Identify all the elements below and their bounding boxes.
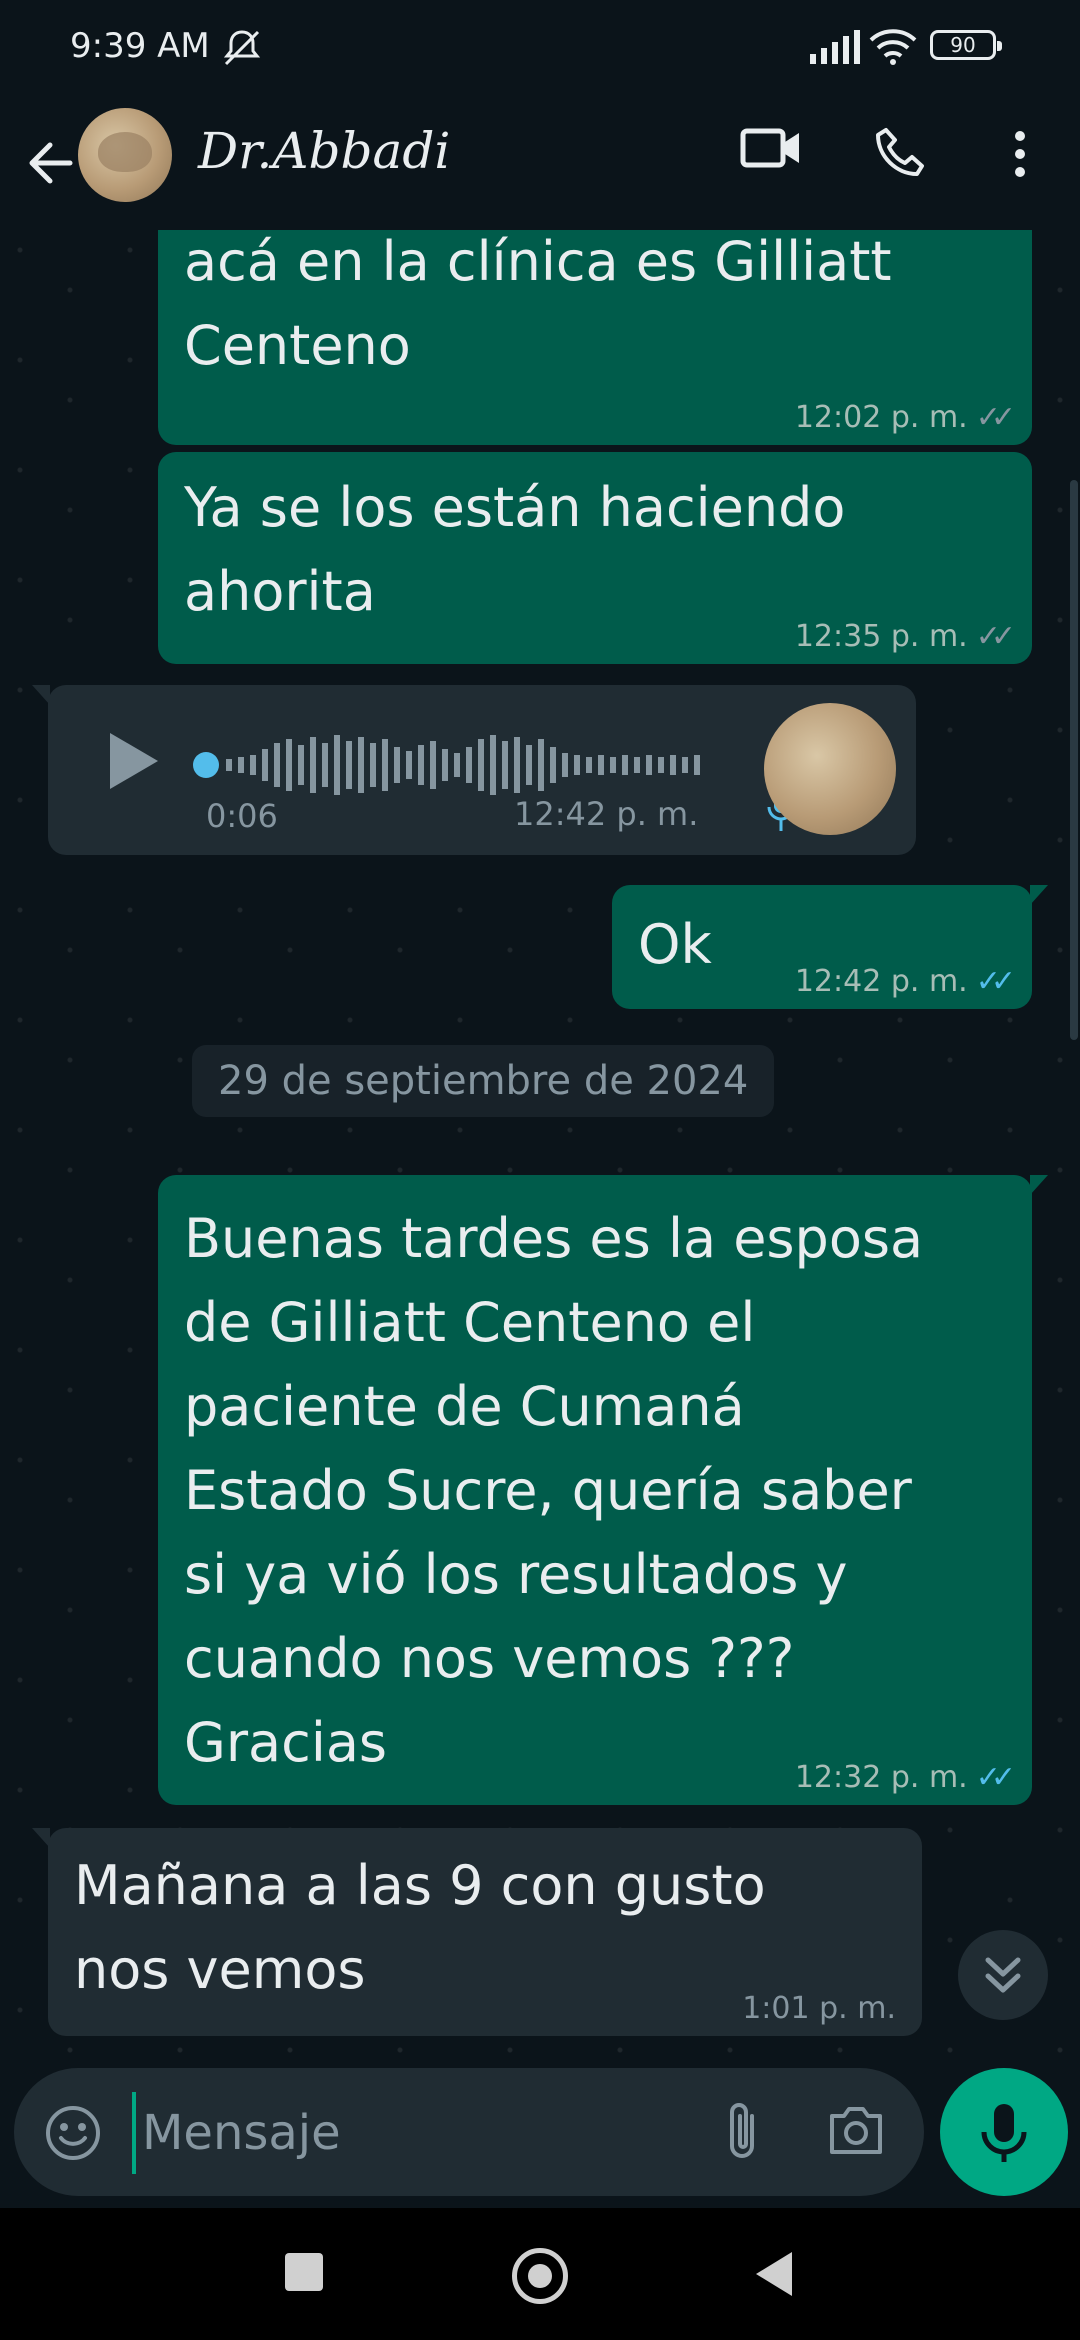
double-check-icon: ✓✓ [975, 1760, 1016, 1795]
message-text: Ok [638, 913, 712, 976]
status-bar: 9:39 AM 90 [0, 0, 1080, 95]
video-call-icon[interactable] [740, 126, 802, 174]
message-line: cuando nos vemos ??? [184, 1627, 795, 1690]
message-line: si ya vió los resultados y [184, 1543, 848, 1606]
wifi-icon [868, 26, 918, 70]
message-text: ahorita [184, 560, 376, 623]
incoming-voice-message[interactable]: 0:06 12:42 p. m. [32, 685, 916, 855]
signal-icon [808, 30, 860, 68]
recents-button[interactable] [285, 2253, 323, 2291]
message-meta: 12:32 p. m. ✓✓ [794, 1760, 1016, 1795]
date-separator: 29 de septiembre de 2024 [192, 1045, 775, 1117]
message-line: Mañana a las 9 con gusto [74, 1854, 766, 1917]
back-arrow-icon[interactable] [20, 133, 80, 193]
notifications-off-icon [220, 28, 264, 72]
outgoing-message[interactable]: Ya se los están haciendo ahorita 12:35 p… [158, 452, 1032, 664]
message-text: Centeno [184, 314, 411, 377]
message-line: Buenas tardes es la esposa [184, 1207, 924, 1270]
message-line: paciente de Cumaná [184, 1375, 745, 1438]
message-meta: 12:02 p. m. ✓✓ [794, 400, 1016, 435]
message-line: de Gilliatt Centeno el [184, 1291, 756, 1354]
double-check-icon: ✓✓ [975, 619, 1016, 654]
system-navigation-bar [0, 2208, 1080, 2340]
double-chevron-down-icon [985, 1957, 1021, 1993]
voice-record-button[interactable] [940, 2068, 1068, 2196]
text-cursor [132, 2092, 136, 2174]
audio-waveform[interactable] [188, 725, 758, 805]
message-composer [14, 2068, 924, 2196]
message-input[interactable] [140, 2088, 704, 2178]
message-body: Mañana a las 9 con gusto nos vemos [74, 1844, 766, 2012]
contact-name[interactable]: Dr.Abbadi [198, 122, 450, 180]
message-time: 12:42 p. m. [514, 795, 699, 833]
outgoing-message[interactable]: acá en la clínica es Gilliatt Centeno 12… [158, 230, 1032, 445]
outgoing-message[interactable]: Buenas tardes es la esposa de Gilliatt C… [158, 1175, 1048, 1805]
message-meta: 12:35 p. m. ✓✓ [794, 619, 1016, 654]
contact-avatar[interactable] [78, 108, 172, 202]
mic-icon [981, 2104, 1027, 2162]
status-time: 9:39 AM [70, 26, 210, 66]
message-time: 12:32 p. m. [794, 1760, 968, 1795]
message-time: 1:01 p. m. [742, 1991, 896, 2026]
voice-duration: 0:06 [206, 797, 278, 835]
battery-icon: 90 [930, 30, 1002, 60]
play-icon[interactable] [104, 729, 162, 797]
message-time: 12:42 p. m. [794, 964, 968, 999]
scroll-to-bottom-button[interactable] [958, 1930, 1048, 2020]
avatar-image [98, 132, 152, 172]
camera-icon[interactable] [826, 2102, 886, 2162]
message-text: Ya se los están haciendo [184, 476, 846, 539]
scrollbar[interactable] [1070, 480, 1078, 1040]
more-vert-icon[interactable] [1008, 128, 1032, 184]
double-check-icon: ✓✓ [975, 400, 1016, 435]
double-check-icon: ✓✓ [975, 964, 1016, 999]
sender-avatar [764, 703, 896, 835]
phone-icon[interactable] [872, 124, 928, 184]
emoji-icon[interactable] [44, 2104, 102, 2166]
message-body: Buenas tardes es la esposa de Gilliatt C… [184, 1197, 923, 1785]
system-back-button[interactable] [756, 2252, 792, 2296]
message-line: Estado Sucre, quería saber [184, 1459, 912, 1522]
message-meta: 12:42 p. m. ✓✓ [794, 964, 1016, 999]
attachment-icon[interactable] [718, 2100, 766, 2168]
message-line: nos vemos [74, 1938, 366, 2001]
message-time: 12:35 p. m. [794, 619, 968, 654]
message-time: 12:02 p. m. [794, 400, 968, 435]
incoming-message[interactable]: Mañana a las 9 con gusto nos vemos 1:01 … [32, 1828, 922, 2036]
chat-area[interactable]: acá en la clínica es Gilliatt Centeno 12… [0, 230, 1080, 2060]
message-meta: 1:01 p. m. [742, 1991, 896, 2026]
battery-level: 90 [950, 33, 976, 57]
home-button[interactable] [512, 2248, 568, 2304]
outgoing-message[interactable]: Ok 12:42 p. m. ✓✓ [612, 885, 1048, 1009]
message-text: acá en la clínica es Gilliatt [184, 230, 892, 293]
